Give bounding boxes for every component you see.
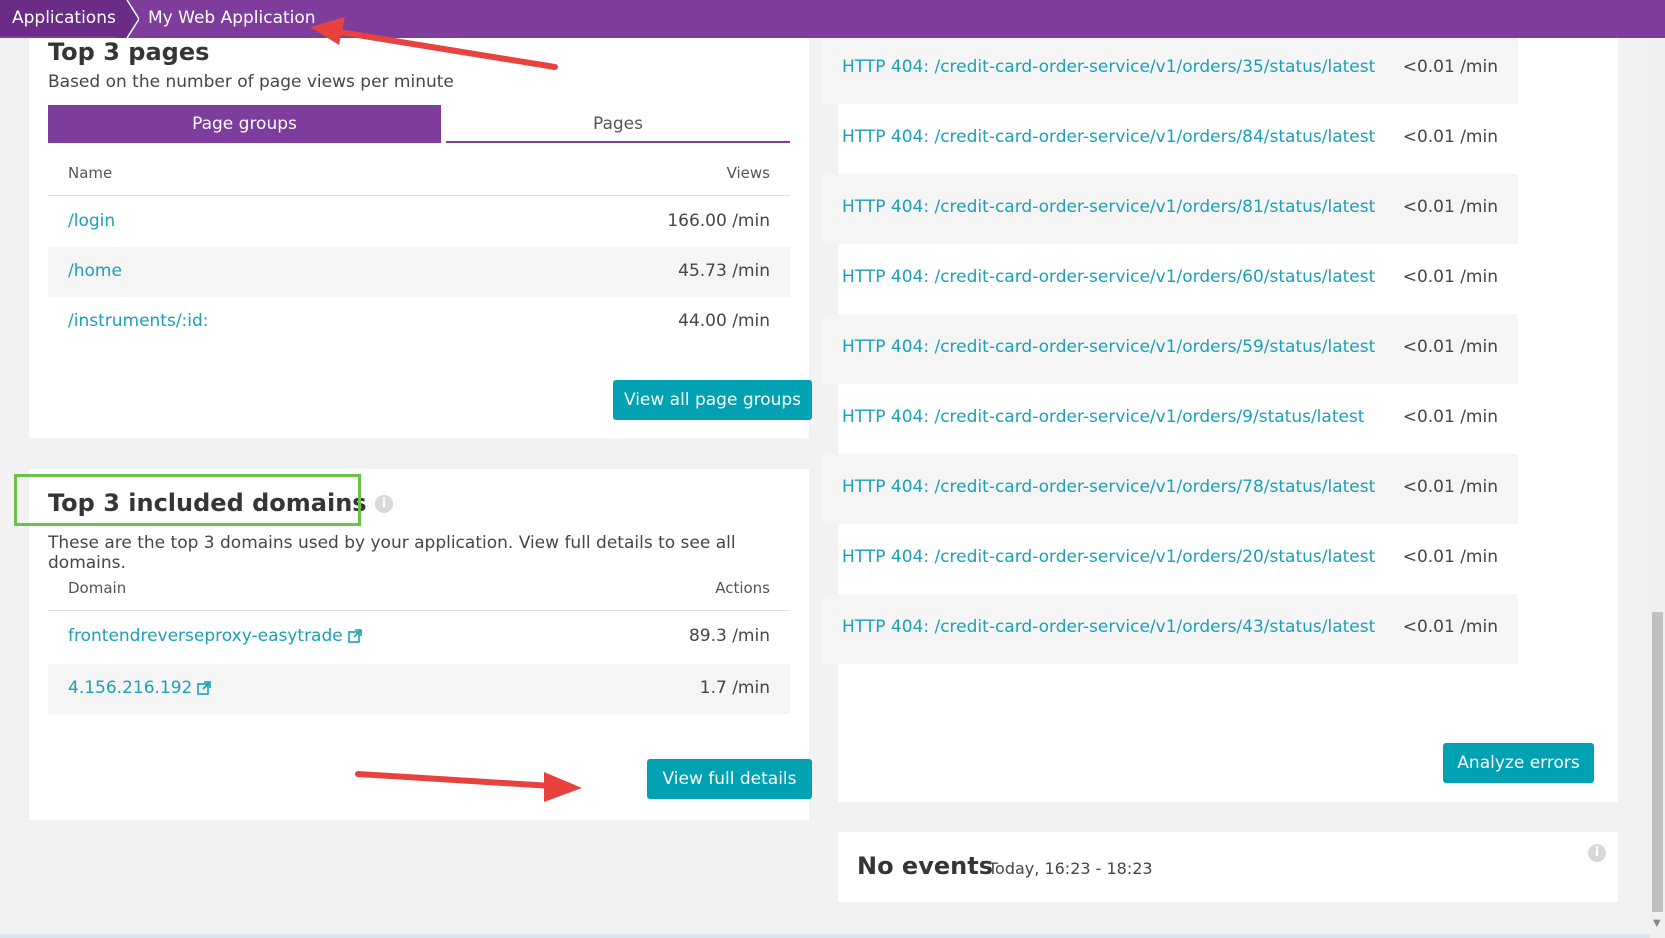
domain-actions: 89.3 /min — [688, 626, 770, 646]
page-views: 45.73 /min — [678, 261, 770, 281]
table-row: /instruments/:id: 44.00 /min — [48, 297, 790, 347]
top-pages-subtitle: Based on the number of page views per mi… — [48, 72, 454, 92]
table-row: frontendreverseproxy-easytrade 89.3 /min — [48, 612, 790, 662]
error-link[interactable]: HTTP 404: /credit-card-order-service/v1/… — [842, 267, 1375, 287]
error-rate: <0.01 /min — [1402, 197, 1498, 217]
breadcrumb-my-web-application[interactable]: My Web Application — [148, 0, 316, 36]
breadcrumb-applications[interactable]: Applications — [0, 0, 128, 36]
error-rate: <0.01 /min — [1402, 407, 1498, 427]
scroll-down-icon[interactable]: ▼ — [1653, 918, 1661, 929]
error-link[interactable]: HTTP 404: /credit-card-order-service/v1/… — [842, 477, 1375, 497]
list-item: HTTP 404: /credit-card-order-service/v1/… — [822, 384, 1518, 454]
error-rate: <0.01 /min — [1402, 127, 1498, 147]
breadcrumb-bar: Applications My Web Application — [0, 0, 1665, 38]
error-rate: <0.01 /min — [1402, 617, 1498, 637]
list-item: HTTP 404: /credit-card-order-service/v1/… — [822, 524, 1518, 594]
list-item: HTTP 404: /credit-card-order-service/v1/… — [822, 104, 1518, 174]
top-pages-title: Top 3 pages — [48, 38, 210, 66]
list-item: HTTP 404: /credit-card-order-service/v1/… — [822, 314, 1518, 384]
page-link[interactable]: /home — [68, 261, 122, 281]
domain-link[interactable]: 4.156.216.192 — [68, 678, 212, 698]
domain-name[interactable]: 4.156.216.192 — [68, 678, 192, 698]
top-pages-card: Top 3 pages Based on the number of page … — [29, 28, 812, 438]
window-bottom-border — [0, 934, 1650, 938]
column-domain-header: Domain — [68, 579, 127, 597]
error-link[interactable]: HTTP 404: /credit-card-order-service/v1/… — [842, 337, 1375, 357]
table-row: 4.156.216.192 1.7 /min — [48, 664, 790, 714]
column-actions-header: Actions — [715, 579, 770, 597]
error-link[interactable]: HTTP 404: /credit-card-order-service/v1/… — [842, 127, 1375, 147]
error-rate: <0.01 /min — [1402, 477, 1498, 497]
error-link[interactable]: HTTP 404: /credit-card-order-service/v1/… — [842, 57, 1375, 77]
error-link[interactable]: HTTP 404: /credit-card-order-service/v1/… — [842, 547, 1375, 567]
column-name-header: Name — [68, 164, 113, 182]
table-row: /login 166.00 /min — [48, 197, 790, 247]
external-link-icon[interactable] — [347, 629, 362, 643]
domain-link[interactable]: frontendreverseproxy-easytrade — [68, 626, 362, 646]
tab-page-groups[interactable]: Page groups — [48, 105, 441, 143]
highlight-box — [14, 474, 361, 526]
events-timeframe: Today, 16:23 - 18:23 — [988, 859, 1153, 878]
list-item: HTTP 404: /credit-card-order-service/v1/… — [822, 34, 1518, 104]
list-item: HTTP 404: /credit-card-order-service/v1/… — [822, 244, 1518, 314]
error-link[interactable]: HTTP 404: /credit-card-order-service/v1/… — [842, 617, 1375, 637]
error-link[interactable]: HTTP 404: /credit-card-order-service/v1/… — [842, 197, 1375, 217]
error-rate: <0.01 /min — [1402, 337, 1498, 357]
view-full-details-button[interactable]: View full details — [647, 759, 812, 799]
info-icon[interactable]: i — [1588, 844, 1606, 862]
analyze-errors-button[interactable]: Analyze errors — [1443, 743, 1594, 783]
table-row: /home 45.73 /min — [48, 247, 790, 297]
page-views: 166.00 /min — [667, 211, 770, 231]
events-card: No events Today, 16:23 - 18:23 i — [838, 832, 1618, 902]
info-icon[interactable]: i — [374, 495, 393, 513]
column-views-header: Views — [726, 164, 770, 182]
list-item: HTTP 404: /credit-card-order-service/v1/… — [822, 594, 1518, 664]
error-rate: <0.01 /min — [1402, 57, 1498, 77]
external-link-icon[interactable] — [197, 681, 212, 695]
domain-actions: 1.7 /min — [699, 678, 770, 698]
error-rate: <0.01 /min — [1402, 547, 1498, 567]
scroll-thumb[interactable] — [1652, 612, 1663, 912]
breadcrumb-chevron-icon — [115, 0, 139, 38]
list-item: HTTP 404: /credit-card-order-service/v1/… — [822, 174, 1518, 244]
page-link[interactable]: /login — [68, 211, 115, 231]
scrollbar[interactable]: ▲ ▼ — [1650, 0, 1665, 938]
events-title: No events — [857, 852, 993, 880]
view-all-page-groups-button[interactable]: View all page groups — [613, 380, 812, 420]
error-link[interactable]: HTTP 404: /credit-card-order-service/v1/… — [842, 407, 1364, 427]
page-views: 44.00 /min — [678, 311, 770, 331]
domain-name[interactable]: frontendreverseproxy-easytrade — [68, 626, 343, 646]
tab-pages[interactable]: Pages — [446, 105, 790, 143]
list-item: HTTP 404: /credit-card-order-service/v1/… — [822, 454, 1518, 524]
page-link[interactable]: /instruments/:id: — [68, 311, 209, 331]
domains-table-header: Domain Actions — [48, 565, 790, 611]
error-rate: <0.01 /min — [1402, 267, 1498, 287]
pages-table-header: Name Views — [48, 150, 790, 196]
